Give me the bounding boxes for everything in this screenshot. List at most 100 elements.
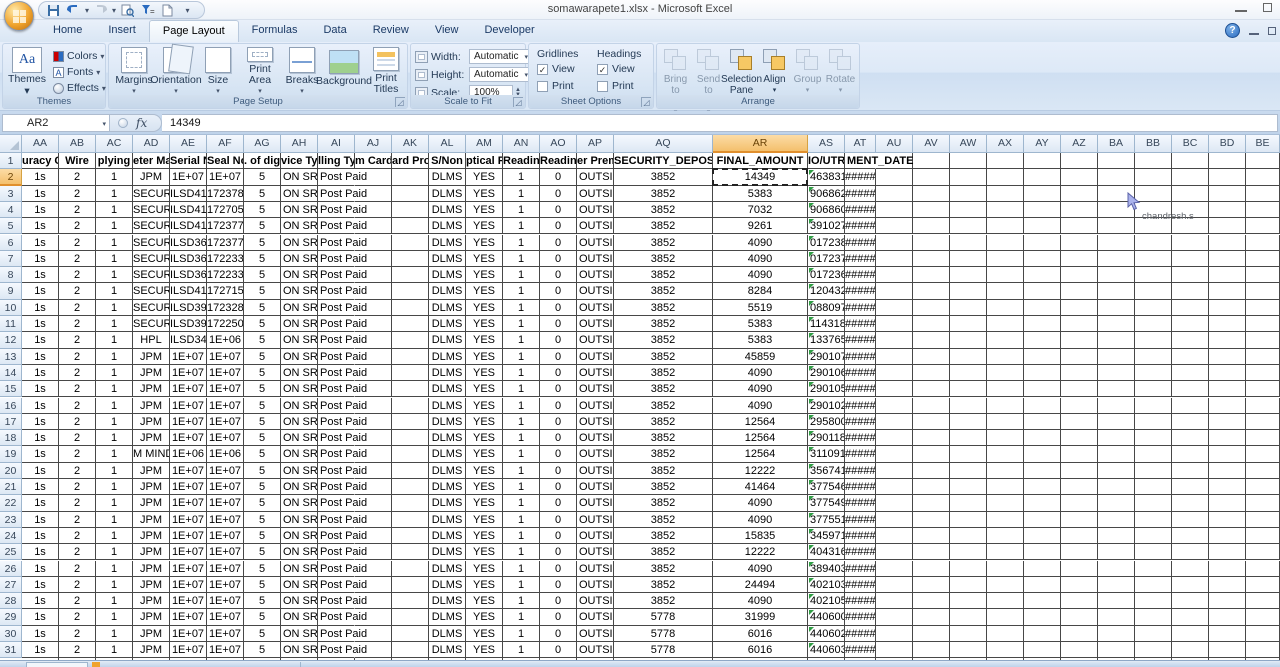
cell-AX4[interactable] [987,202,1024,218]
cell-AL10[interactable]: DLMS [429,300,466,316]
cell-AY24[interactable] [1024,528,1061,544]
cell-AQ16[interactable]: 3852 [614,398,713,414]
cell-AH20[interactable]: ON SRE [281,463,318,479]
cell-AY5[interactable] [1024,218,1061,234]
cell-AL3[interactable]: DLMS [429,186,466,202]
column-header-AS[interactable]: AS [808,135,845,153]
cell-AV24[interactable] [913,528,950,544]
cell-AM16[interactable]: YES [466,398,503,414]
cell-AX24[interactable] [987,528,1024,544]
cell-AT5[interactable]: ##### [845,218,876,234]
header-cell-BC1[interactable] [1172,153,1209,169]
cell-AE3[interactable]: ILSD416 [170,186,207,202]
cell-AN19[interactable]: 1 [503,446,540,462]
cell-AR26[interactable]: 4090 [713,561,808,577]
column-header-BC[interactable]: BC [1172,135,1209,153]
cell-AT29[interactable]: ##### [845,609,876,625]
workbook-minimize-button[interactable] [1249,27,1259,35]
cell-AU7[interactable] [876,251,913,267]
cell-AG23[interactable]: 5 [244,512,281,528]
cell-AP7[interactable]: OUTSIDE [577,251,614,267]
cell-BB8[interactable] [1135,267,1172,283]
tab-insert[interactable]: Insert [95,20,149,42]
cell-AX23[interactable] [987,512,1024,528]
cell-AC24[interactable]: 1 [96,528,133,544]
cell-AT21[interactable]: ##### [845,479,876,495]
cell-BE24[interactable] [1246,528,1280,544]
cell-BE30[interactable] [1246,626,1280,642]
cell-AF9[interactable]: 172715 [207,283,244,299]
cell-AP11[interactable]: OUTSIDE [577,316,614,332]
cell-AQ26[interactable]: 3852 [614,561,713,577]
cell-AF27[interactable]: 1E+07 [207,577,244,593]
cell-AL24[interactable]: DLMS [429,528,466,544]
cell-AQ2[interactable]: 3852 [614,169,713,185]
cell-AU15[interactable] [876,381,913,397]
cell-AK9[interactable] [392,283,429,299]
cell-AU18[interactable] [876,430,913,446]
cell-BA22[interactable] [1098,495,1135,511]
cell-AV7[interactable] [913,251,950,267]
select-all-button[interactable] [0,135,22,153]
cell-BE9[interactable] [1246,283,1280,299]
cell-AC13[interactable]: 1 [96,349,133,365]
cell-BA17[interactable] [1098,414,1135,430]
cell-BE29[interactable] [1246,609,1280,625]
cell-AI24[interactable]: Post Paid [318,528,355,544]
cell-AF25[interactable]: 1E+07 [207,544,244,560]
cell-AW3[interactable] [950,186,987,202]
column-header-AZ[interactable]: AZ [1061,135,1098,153]
cell-AW20[interactable] [950,463,987,479]
cell-AG20[interactable]: 5 [244,463,281,479]
cell-BE26[interactable] [1246,561,1280,577]
background-button[interactable]: Background [322,47,366,95]
header-cell-AJ1[interactable]: m Card [355,153,392,169]
tab-review[interactable]: Review [360,20,422,42]
header-cell-AC1[interactable]: plying [96,153,133,169]
orientation-button[interactable]: Orientation▾ [154,47,198,95]
cell-AC29[interactable]: 1 [96,609,133,625]
cell-AK25[interactable] [392,544,429,560]
cell-AL18[interactable]: DLMS [429,430,466,446]
cell-AO3[interactable]: 0 [540,186,577,202]
cell-AX28[interactable] [987,593,1024,609]
cell-AG13[interactable]: 5 [244,349,281,365]
cell-AU20[interactable] [876,463,913,479]
cell-AL8[interactable]: DLMS [429,267,466,283]
cell-AO21[interactable]: 0 [540,479,577,495]
cell-AI12[interactable]: Post Paid [318,332,355,348]
cell-BA10[interactable] [1098,300,1135,316]
cell-BC14[interactable] [1172,365,1209,381]
cell-AD15[interactable]: JPM [133,381,170,397]
cell-AV26[interactable] [913,561,950,577]
themes-button[interactable]: Aa Themes ▾ [6,47,48,95]
cell-AL19[interactable]: DLMS [429,446,466,462]
cell-AG15[interactable]: 5 [244,381,281,397]
cell-AA24[interactable]: 1s [22,528,59,544]
cell-BE27[interactable] [1246,577,1280,593]
cell-AF28[interactable]: 1E+07 [207,593,244,609]
cell-AV10[interactable] [913,300,950,316]
cell-AA8[interactable]: 1s [22,267,59,283]
cell-AT14[interactable]: ##### [845,365,876,381]
cell-AQ10[interactable]: 3852 [614,300,713,316]
headings-print-checkbox[interactable]: Print [597,80,641,92]
cell-AV22[interactable] [913,495,950,511]
cell-AI16[interactable]: Post Paid [318,398,355,414]
cell-BA18[interactable] [1098,430,1135,446]
cell-AY10[interactable] [1024,300,1061,316]
cell-AC5[interactable]: 1 [96,218,133,234]
cell-AZ2[interactable] [1061,169,1098,185]
cell-AX21[interactable] [987,479,1024,495]
cell-AP10[interactable]: OUTSIDE [577,300,614,316]
cell-AU9[interactable] [876,283,913,299]
new-document-icon[interactable] [159,3,176,18]
cell-AP5[interactable]: OUTSIDE [577,218,614,234]
cell-AZ11[interactable] [1061,316,1098,332]
cell-AB10[interactable]: 2 [59,300,96,316]
cell-AC15[interactable]: 1 [96,381,133,397]
restore-button[interactable] [1263,3,1272,12]
horizontal-scrollbar[interactable] [300,662,1280,667]
cell-BA12[interactable] [1098,332,1135,348]
cell-AF31[interactable]: 1E+07 [207,642,244,658]
